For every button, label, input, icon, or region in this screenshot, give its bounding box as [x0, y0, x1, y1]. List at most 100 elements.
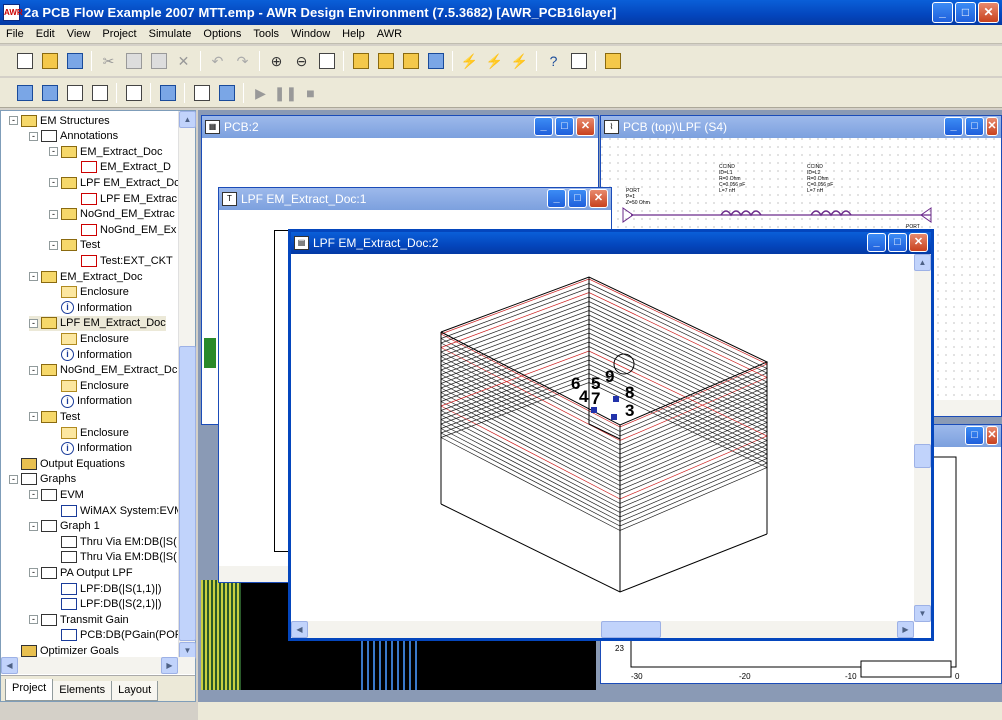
tree-item[interactable]: - LPF EM_Extract_Dc: [49, 175, 179, 190]
collapse-toggle-icon[interactable]: -: [9, 116, 18, 125]
tree-item[interactable]: LPF:DB(|S(1,1)|): [49, 581, 162, 596]
mesh-button[interactable]: [191, 82, 213, 104]
scripting-button[interactable]: [602, 50, 624, 72]
tree-item[interactable]: - Transmit Gain: [29, 612, 129, 627]
tree-item[interactable]: NoGnd_EM_Ex: [69, 222, 176, 237]
maximize-button[interactable]: □: [955, 2, 976, 23]
tree-item[interactable]: - NoGnd_EM_Extrac: [49, 207, 175, 222]
tree-item[interactable]: Output Equations: [9, 456, 125, 471]
menu-view[interactable]: View: [61, 26, 97, 43]
undo-button[interactable]: ↶: [207, 50, 229, 72]
tab-elements[interactable]: Elements: [52, 681, 113, 701]
pcb-window-titlebar[interactable]: ▦ PCB:2 _ □ ✕: [202, 116, 598, 138]
collapse-toggle-icon[interactable]: -: [29, 568, 38, 578]
tree-item[interactable]: - PA Output LPF: [29, 565, 133, 580]
collapse-toggle-icon[interactable]: -: [29, 318, 38, 328]
tree-item[interactable]: - Test: [49, 238, 100, 253]
pcb-close-button[interactable]: ✕: [576, 117, 595, 136]
lpf-maximize-button[interactable]: □: [965, 117, 984, 136]
close-button[interactable]: ✕: [978, 2, 999, 23]
em-doc2-vscroll[interactable]: ▲ ▼: [914, 254, 931, 622]
copy-button[interactable]: [123, 50, 145, 72]
view-all-button[interactable]: [316, 50, 338, 72]
play-button[interactable]: ▶: [250, 82, 272, 104]
tab-project[interactable]: Project: [5, 679, 54, 701]
tree-item[interactable]: Enclosure: [49, 331, 129, 346]
menu-help[interactable]: Help: [336, 26, 371, 43]
tree-item[interactable]: i Information: [49, 394, 132, 409]
em-doc2-hscroll[interactable]: ◀ ▶: [291, 621, 914, 638]
add-netlist-button[interactable]: [375, 50, 397, 72]
collapse-toggle-icon[interactable]: -: [49, 209, 58, 219]
scroll-right-arrow[interactable]: ▶: [161, 657, 178, 674]
optimize-button[interactable]: ⚡: [509, 50, 531, 72]
em-doc1-maximize-button[interactable]: □: [568, 189, 587, 208]
em-doc1-titlebar[interactable]: T LPF EM_Extract_Doc:1 _ □ ✕: [219, 188, 611, 210]
tree-horizontal-scrollbar[interactable]: ◀ ▶: [1, 657, 195, 674]
em-doc2-maximize-button[interactable]: □: [888, 233, 907, 252]
tree-item[interactable]: Thru Via EM:DB(|S(: [49, 534, 177, 549]
collapse-toggle-icon[interactable]: -: [29, 272, 38, 281]
tree-item[interactable]: PCB:DB(PGain(POR: [49, 628, 179, 643]
collapse-toggle-icon[interactable]: -: [29, 131, 38, 141]
menu-simulate[interactable]: Simulate: [143, 26, 198, 43]
tree-item[interactable]: LPF:DB(|S(2,1)|): [49, 597, 162, 612]
tree-vertical-scrollbar[interactable]: ▲ ▼: [178, 111, 196, 659]
tree-item[interactable]: - EM Structures: [9, 113, 110, 128]
scroll-up-arrow[interactable]: ▲: [179, 111, 196, 128]
em-doc2-scroll-right[interactable]: ▶: [897, 621, 914, 638]
em-doc2-window[interactable]: ▤ LPF EM_Extract_Doc:2 _ □ ✕ 6 4 5 7 9 8…: [288, 229, 934, 641]
pcb-minimize-button[interactable]: _: [534, 117, 553, 136]
view-3d-button[interactable]: [216, 82, 238, 104]
cut-button[interactable]: ✂: [98, 50, 120, 72]
zoom-out-button[interactable]: ⊖: [291, 50, 313, 72]
tab-layout[interactable]: Layout: [111, 681, 159, 701]
lpf-minimize-button[interactable]: _: [944, 117, 963, 136]
tree-item[interactable]: Enclosure: [49, 378, 129, 393]
collapse-toggle-icon[interactable]: -: [29, 365, 38, 375]
tree-item[interactable]: Test:EXT_CKT: [69, 253, 173, 268]
pause-button[interactable]: ❚❚: [274, 82, 297, 104]
layer-button-2[interactable]: [39, 82, 61, 104]
via-button[interactable]: [123, 82, 145, 104]
tree-item[interactable]: Enclosure: [49, 425, 129, 440]
analyze-button[interactable]: ⚡: [459, 50, 481, 72]
menu-tools[interactable]: Tools: [247, 26, 285, 43]
stop-button[interactable]: ■: [300, 82, 322, 104]
collapse-toggle-icon[interactable]: -: [29, 521, 38, 531]
tree-item[interactable]: - Test: [29, 409, 80, 424]
tree-item[interactable]: - Annotations: [29, 129, 118, 144]
tree-item[interactable]: i Information: [49, 300, 132, 315]
tree-item[interactable]: EM_Extract_D: [69, 160, 171, 175]
em-doc2-scroll-down[interactable]: ▼: [914, 605, 931, 622]
em-doc2-scroll-up[interactable]: ▲: [914, 254, 931, 271]
collapse-toggle-icon[interactable]: -: [9, 474, 18, 484]
tree-item[interactable]: - LPF EM_Extract_Doc: [29, 315, 166, 331]
em-doc2-vthumb[interactable]: [914, 444, 931, 468]
collapse-toggle-icon[interactable]: -: [29, 412, 38, 422]
collapse-toggle-icon[interactable]: -: [49, 240, 58, 250]
open-project-button[interactable]: [39, 50, 61, 72]
add-graph-button[interactable]: [425, 50, 447, 72]
menu-awr[interactable]: AWR: [371, 26, 408, 43]
em-doc1-minimize-button[interactable]: _: [547, 189, 566, 208]
delete-button[interactable]: ✕: [173, 50, 195, 72]
tree-item[interactable]: - EM_Extract_Doc: [49, 144, 163, 159]
collapse-toggle-icon[interactable]: -: [29, 490, 38, 500]
new-project-button[interactable]: [14, 50, 36, 72]
collapse-toggle-icon[interactable]: -: [29, 615, 38, 625]
paste-button[interactable]: [148, 50, 170, 72]
tree-item[interactable]: i Information: [49, 347, 132, 362]
minimize-button[interactable]: _: [932, 2, 953, 23]
stackup-button[interactable]: [157, 82, 179, 104]
3d-structure-view[interactable]: 6 4 5 7 9 8 3: [291, 254, 915, 622]
tree-item[interactable]: Enclosure: [49, 285, 129, 300]
em-doc2-scroll-left[interactable]: ◀: [291, 621, 308, 638]
graph-close-button[interactable]: ✕: [986, 426, 998, 445]
zoom-area-button[interactable]: ⊕: [266, 50, 288, 72]
tree-item[interactable]: - EVM: [29, 487, 84, 502]
menu-file[interactable]: File: [0, 26, 30, 43]
tree-item[interactable]: LPF EM_Extrac: [69, 191, 177, 206]
scroll-left-arrow[interactable]: ◀: [1, 657, 18, 674]
menu-window[interactable]: Window: [285, 26, 336, 43]
